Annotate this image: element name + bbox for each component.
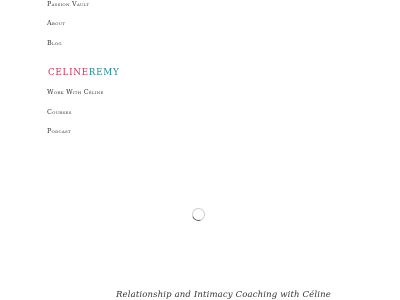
nav-link-work-with-celine[interactable]: Work With Céline — [47, 88, 104, 96]
nav-link-blog[interactable]: Blog — [47, 39, 62, 47]
logo-first-name: CELINE — [48, 68, 89, 78]
hero-tagline: Relationship and Intimacy Coaching with … — [116, 290, 331, 300]
logo-last-name: REMY — [88, 68, 120, 78]
nav-link-podcast[interactable]: Podcast — [47, 127, 71, 135]
loading-spinner-icon — [189, 205, 208, 224]
nav-link-courses[interactable]: Courses — [47, 108, 72, 116]
nav-link-about[interactable]: About — [47, 19, 65, 27]
site-logo[interactable]: CELINEREMY — [48, 68, 119, 79]
nav-link-passion-vault[interactable]: Passion Vault — [47, 0, 89, 8]
